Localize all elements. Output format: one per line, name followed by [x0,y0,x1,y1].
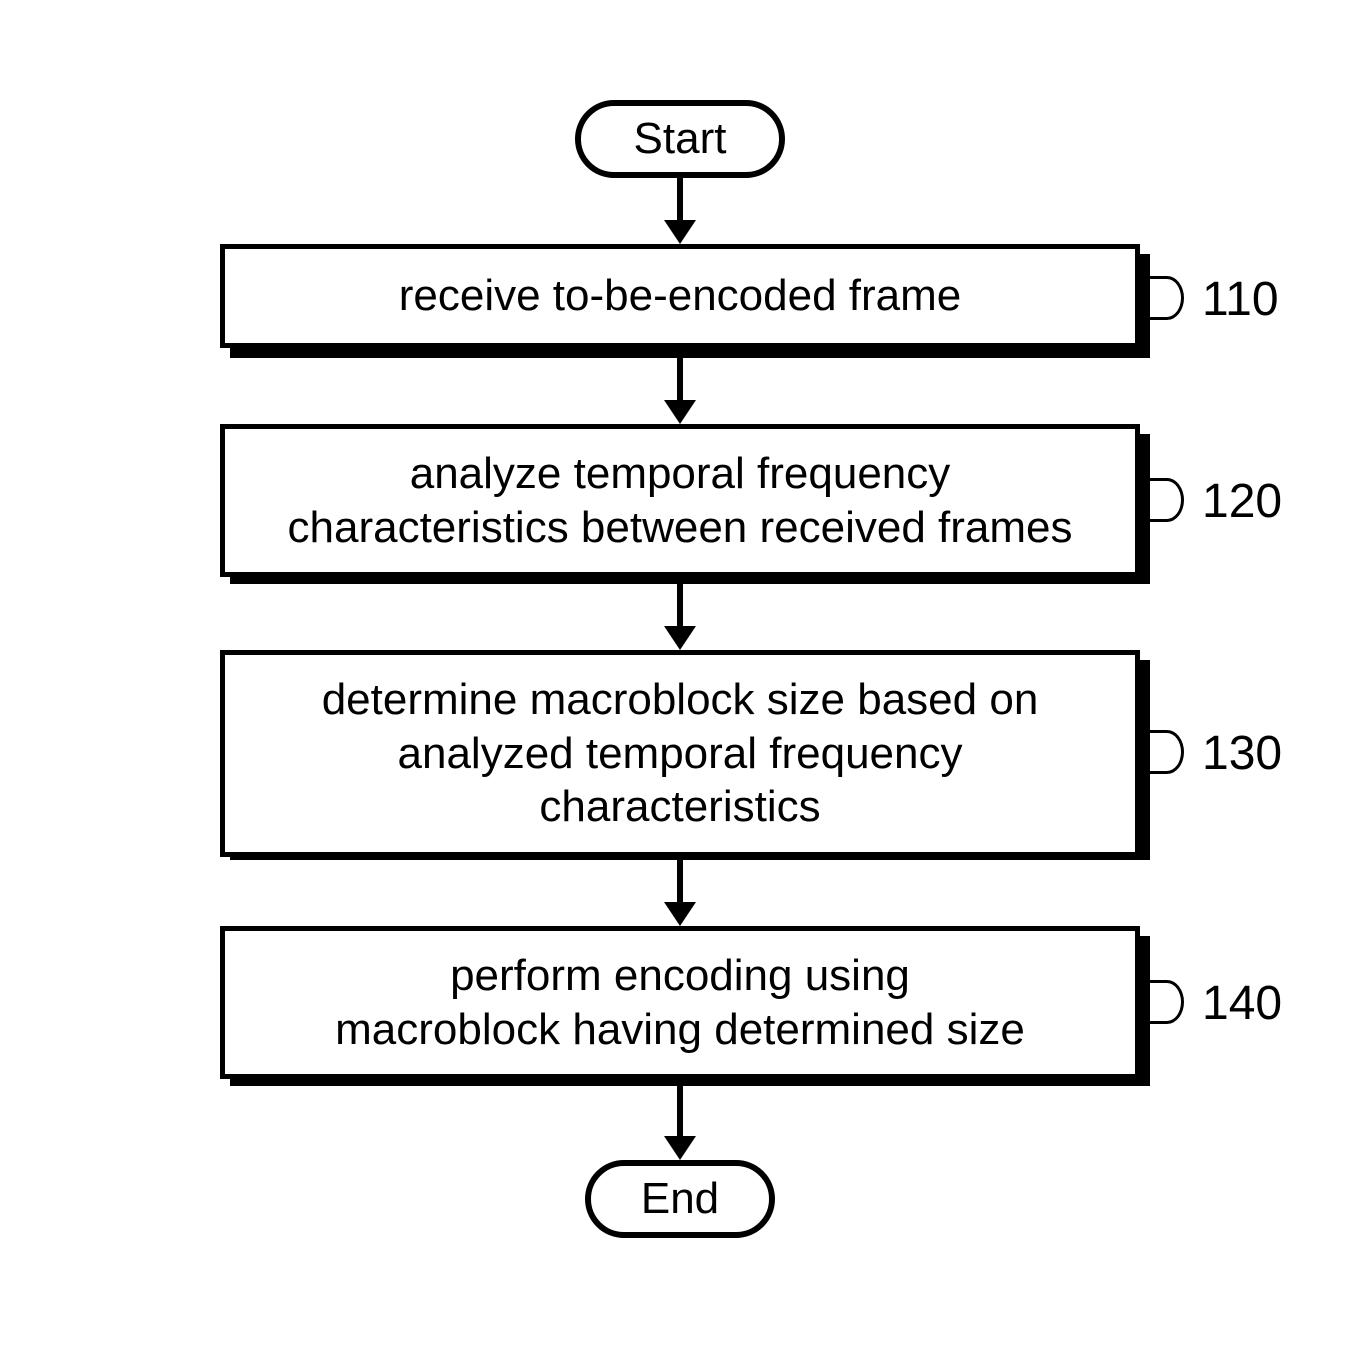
arrow-start-to-110 [110,178,1250,244]
end-terminator: End [585,1160,775,1238]
process-140-line1: perform encoding using [450,951,910,1000]
process-130-text: determine macroblock size based on analy… [322,673,1039,834]
process-110-text: receive to-be-encoded frame [399,269,962,323]
process-110: receive to-be-encoded frame [220,244,1140,348]
arrow-head-icon [664,1136,696,1160]
arrow-line [677,178,683,220]
arrow-head-icon [664,902,696,926]
start-terminator: Start [575,100,785,178]
process-120-line1: analyze temporal frequency [410,449,951,498]
process-130-line2: analyzed temporal frequency [398,729,963,778]
arrow-head-icon [664,626,696,650]
process-140-wrap: perform encoding using macroblock having… [220,926,1140,1076]
ref-label-120: 120 [1202,474,1282,529]
process-130-line1: determine macroblock size based on [322,675,1039,724]
process-120-wrap: analyze temporal frequency characteristi… [220,424,1140,574]
arrow-120-to-130 [110,574,1250,650]
flowchart: Start receive to-be-encoded frame 110 an… [110,100,1250,1238]
ref-connector-curve [1150,730,1184,774]
end-label: End [641,1174,719,1224]
arrow-head-icon [664,400,696,424]
start-label: Start [634,114,727,164]
arrow-110-to-120 [110,348,1250,424]
ref-label-110: 110 [1202,272,1279,327]
arrow-140-to-end [110,1076,1250,1160]
arrow-130-to-140 [110,850,1250,926]
process-130-line3: characteristics [539,782,820,831]
ref-connector-curve [1150,478,1184,522]
process-140-line2: macroblock having determined size [335,1005,1025,1054]
process-120-line2: characteristics between received frames [288,503,1073,552]
ref-label-140: 140 [1202,976,1282,1031]
process-140-text: perform encoding using macroblock having… [335,949,1025,1056]
process-130: determine macroblock size based on analy… [220,650,1140,857]
process-130-wrap: determine macroblock size based on analy… [220,650,1140,850]
arrow-head-icon [664,220,696,244]
ref-connector-curve [1150,980,1184,1024]
process-120-text: analyze temporal frequency characteristi… [288,447,1073,554]
process-140: perform encoding using macroblock having… [220,926,1140,1079]
process-120: analyze temporal frequency characteristi… [220,424,1140,577]
ref-connector-curve [1150,276,1184,320]
process-110-wrap: receive to-be-encoded frame 110 [220,244,1140,348]
ref-label-130: 130 [1202,726,1282,781]
